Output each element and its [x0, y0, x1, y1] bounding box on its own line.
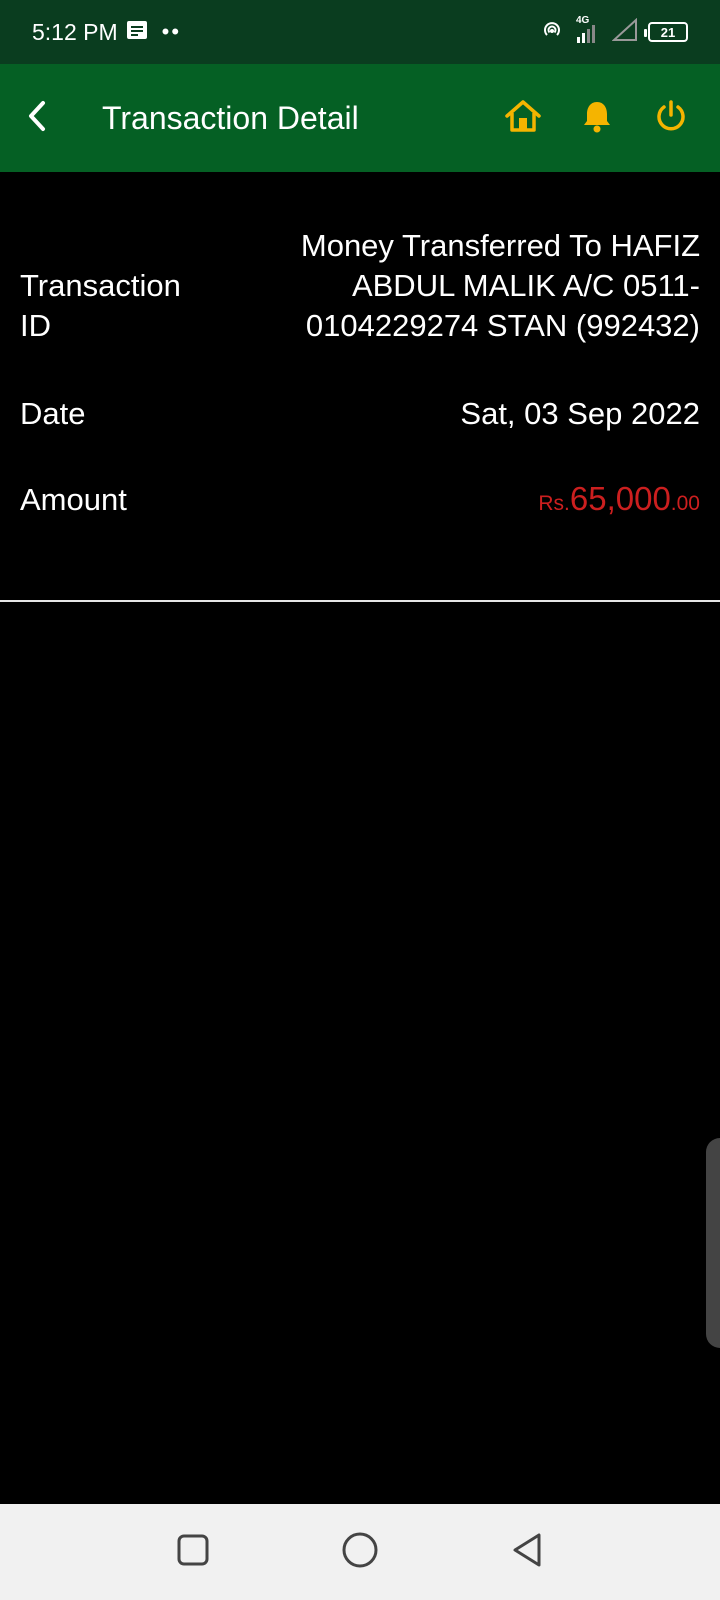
status-time: 5:12 PM — [32, 18, 118, 45]
system-nav-bar — [0, 1504, 720, 1600]
home-nav-button[interactable] — [336, 1528, 384, 1576]
transaction-id-label: Transaction ID — [20, 268, 181, 343]
signal-empty-icon — [611, 17, 638, 47]
more-notifications-indicator: •• — [161, 19, 182, 44]
app-bar: Transaction Detail — [0, 64, 720, 172]
status-left: 5:12 PM •• — [32, 19, 181, 46]
message-notification-icon — [126, 19, 148, 46]
amount-label: Amount — [20, 482, 127, 517]
square-icon — [175, 1532, 211, 1573]
chevron-left-icon — [25, 99, 49, 138]
transaction-id-row: Transaction ID Money Transferred To HAFI… — [0, 172, 720, 346]
amount-main: 65,000 — [569, 480, 671, 517]
status-bar: 5:12 PM •• 4G 21 — [0, 0, 720, 64]
app-actions — [504, 99, 720, 137]
transaction-id-value: Money Transferred To HAFIZ ABDUL MALIK A… — [300, 228, 700, 343]
battery-icon: 21 — [644, 22, 688, 42]
circle-icon — [340, 1530, 380, 1575]
signal-4g-icon: 4G — [574, 15, 602, 45]
amount-currency: Rs. — [538, 492, 570, 515]
back-button[interactable] — [0, 64, 74, 172]
date-value: Sat, 03 Sep 2022 — [460, 396, 700, 431]
power-icon — [654, 99, 688, 138]
triangle-back-icon — [509, 1531, 545, 1574]
hotspot-icon — [540, 18, 564, 47]
logout-button[interactable] — [652, 99, 690, 137]
recents-button[interactable] — [169, 1528, 217, 1576]
amount-decimal: .00 — [670, 492, 700, 515]
date-row: Date Sat, 03 Sep 2022 — [0, 394, 720, 434]
date-label: Date — [20, 396, 86, 431]
amount-value: Rs.65,000.00 — [538, 479, 700, 524]
edge-panel-handle[interactable] — [706, 1138, 720, 1348]
divider — [0, 600, 720, 602]
back-nav-button[interactable] — [503, 1528, 551, 1576]
bell-icon — [581, 99, 613, 138]
page-title: Transaction Detail — [102, 99, 359, 136]
home-icon — [504, 99, 542, 138]
battery-level: 21 — [660, 24, 676, 40]
home-button[interactable] — [504, 99, 542, 137]
notifications-button[interactable] — [578, 99, 616, 137]
status-right: 4G 21 — [540, 15, 688, 47]
transaction-detail: Transaction ID Money Transferred To HAFI… — [0, 172, 720, 524]
amount-row: Amount Rs.65,000.00 — [0, 479, 720, 524]
